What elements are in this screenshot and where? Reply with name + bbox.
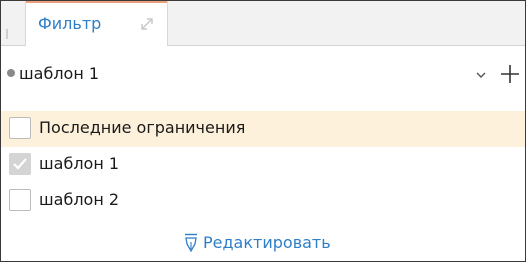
status-dot	[7, 69, 15, 77]
expand-diagonal-icon[interactable]	[138, 15, 156, 33]
checkbox[interactable]	[9, 153, 31, 175]
pen-nib-icon	[183, 233, 199, 253]
filter-panel: Фильтр шаблон 1 Последние ограничения ша…	[0, 0, 526, 262]
list-item-label: Последние ограничения	[39, 118, 246, 137]
edit-button-label: Редактировать	[203, 233, 331, 252]
list-item-label: шаблон 1	[39, 154, 120, 173]
checkbox[interactable]	[9, 189, 31, 211]
tab-active-indicator	[26, 1, 167, 3]
tab-grip-handle[interactable]	[6, 29, 8, 39]
checkbox[interactable]	[9, 117, 31, 139]
tab-bar: Фильтр	[1, 1, 525, 46]
list-item[interactable]: шаблон 2	[1, 183, 525, 219]
tab-filter[interactable]: Фильтр	[25, 1, 168, 46]
list-item[interactable]: Последние ограничения	[1, 111, 525, 147]
list-item[interactable]: шаблон 1	[1, 147, 525, 183]
chevron-down-icon[interactable]	[474, 67, 488, 81]
template-selector[interactable]: шаблон 1	[1, 57, 525, 91]
list-item-label: шаблон 2	[39, 190, 120, 209]
template-selector-value: шаблон 1	[19, 64, 100, 83]
plus-icon[interactable]	[498, 62, 522, 86]
tab-filter-label: Фильтр	[38, 14, 102, 33]
